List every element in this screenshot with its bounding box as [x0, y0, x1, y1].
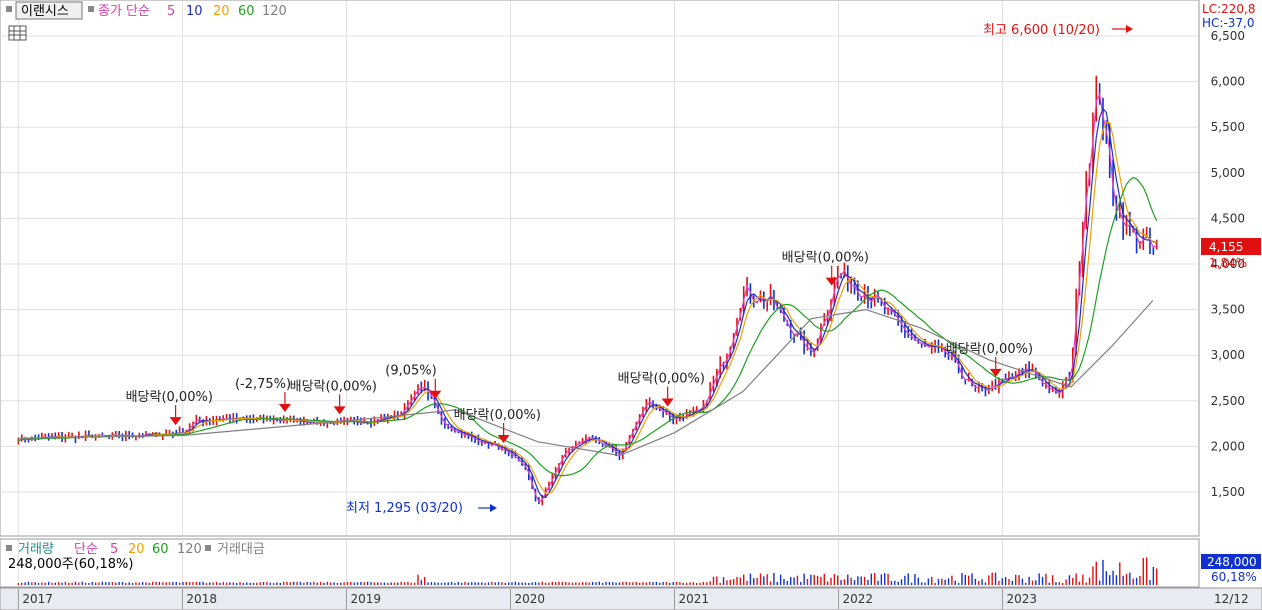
- change-pct: 1,84%: [1209, 256, 1247, 270]
- x-tick-label: 2023: [1007, 592, 1038, 606]
- marker-label: 배당락(0,00%): [290, 379, 377, 394]
- legend-square-icon: [205, 545, 211, 551]
- y-tick-label: 2,000: [1211, 439, 1245, 453]
- price-panel: [0, 0, 1200, 537]
- y-tick-label: 3,000: [1211, 348, 1245, 362]
- last-date: 12/12: [1214, 592, 1249, 606]
- marker-label: (-2,75%): [235, 377, 291, 392]
- volume-pct: 60,18%: [1211, 570, 1257, 584]
- ma-10: 10: [186, 4, 203, 19]
- volume-ma-60: 60: [152, 542, 169, 557]
- y-tick-label: 4,500: [1211, 211, 1245, 225]
- price-badge-text: 4,155: [1209, 240, 1243, 254]
- marker-label: (9,05%): [385, 364, 436, 379]
- y-tick-label: 1,500: [1211, 485, 1245, 499]
- volume-ma-label: 단순: [74, 542, 98, 557]
- high-text: 최고 6,600 (10/20): [983, 23, 1100, 38]
- legend-square-icon: [88, 6, 94, 12]
- price-chart: 1,5002,0002,5003,0003,5004,0004,5005,000…: [0, 0, 1262, 610]
- marker-label: 배당락(0,00%): [454, 408, 541, 423]
- marker-label: 배당락(0,00%): [126, 390, 213, 405]
- ma-5: 5: [167, 4, 175, 19]
- grid-table-icon[interactable]: [8, 25, 27, 41]
- volume-current: 248,000주(60,18%): [8, 557, 133, 572]
- volume-badge-text: 248,000: [1207, 555, 1257, 569]
- x-tick-label: 2021: [678, 592, 709, 606]
- marker-label: 배당락(0,00%): [618, 371, 705, 386]
- hc-label: HC:-37,0: [1202, 16, 1255, 30]
- ma-60: 60: [238, 4, 255, 19]
- lc-label: LC:220,8: [1202, 2, 1255, 16]
- legend-square-icon: [6, 6, 12, 12]
- marker-label: 배당락(0,00%): [946, 342, 1033, 357]
- x-tick-label: 2018: [186, 592, 217, 606]
- y-tick-label: 3,500: [1211, 303, 1245, 317]
- y-tick-label: 5,500: [1211, 120, 1245, 134]
- volume-title: 거래량: [18, 542, 54, 557]
- y-tick-label: 6,500: [1211, 29, 1245, 43]
- ma-20: 20: [213, 4, 230, 19]
- y-tick-label: 5,000: [1211, 166, 1245, 180]
- legend-square-icon: [6, 545, 12, 551]
- x-tick-label: 2020: [514, 592, 545, 606]
- stock-name: 이랜시스: [21, 4, 69, 19]
- low-text: 최저 1,295 (03/20): [346, 501, 463, 516]
- x-tick-label: 2022: [843, 592, 874, 606]
- ma-label: 종가 단순: [98, 4, 150, 19]
- amount-label: 거래대금: [217, 542, 265, 557]
- volume-ma-5: 5: [110, 542, 118, 557]
- volume-ma-20: 20: [128, 542, 145, 557]
- x-tick-label: 2019: [350, 592, 381, 606]
- y-tick-label: 6,000: [1211, 75, 1245, 89]
- marker-label: 배당락(0,00%): [782, 251, 869, 266]
- ma-120: 120: [262, 4, 287, 19]
- x-tick-label: 2017: [22, 592, 53, 606]
- y-tick-label: 2,500: [1211, 394, 1245, 408]
- volume-ma-120: 120: [177, 542, 202, 557]
